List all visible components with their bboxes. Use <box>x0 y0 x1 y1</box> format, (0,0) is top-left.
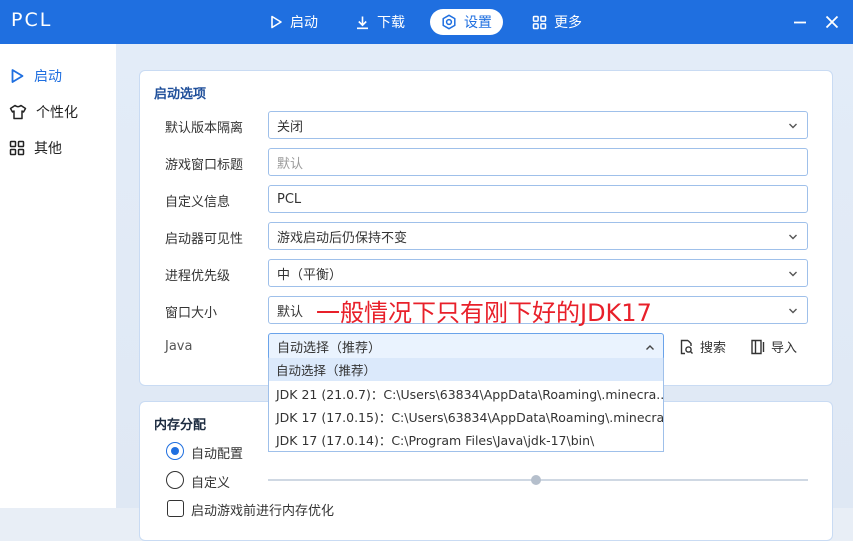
row-label-launcher-visibility: 启动器可见性 <box>165 232 244 247</box>
launcher-visibility-select[interactable]: 游戏启动后仍保持不变 <box>268 222 808 250</box>
custom-label: 自定义 <box>191 476 231 491</box>
custom-radio[interactable] <box>166 471 184 489</box>
import-icon <box>751 339 765 354</box>
gear-icon <box>442 14 456 30</box>
nav-settings-button[interactable]: 设置 <box>430 9 503 35</box>
chevron-down-icon <box>789 234 797 240</box>
sidebar: 启动 个性化 其他 <box>0 44 116 508</box>
nav-launch-button[interactable]: 启动 <box>258 9 329 35</box>
input-placeholder: 默认 <box>277 156 304 172</box>
card-title: 启动选项 <box>154 87 207 102</box>
sidebar-item-personalize[interactable]: 个性化 <box>0 96 116 128</box>
shirt-icon <box>9 104 27 120</box>
auto-config-label: 自动配置 <box>191 447 244 462</box>
search-label: 搜索 <box>700 341 727 356</box>
select-value: 自动选择（推荐） <box>277 341 382 356</box>
select-value: 关闭 <box>277 119 304 135</box>
close-button[interactable] <box>822 12 842 32</box>
row-label-process-priority: 进程优先级 <box>165 269 231 284</box>
sidebar-item-launch[interactable]: 启动 <box>0 60 116 92</box>
nav-download-button[interactable]: 下载 <box>344 9 416 35</box>
process-priority-select[interactable]: 中（平衡） <box>268 259 808 287</box>
title-bar: PCL 启动 下载 设置 更多 <box>0 0 853 44</box>
java-option[interactable]: JDK 17 (17.0.15)：C:\Users\63834\AppData\… <box>269 405 663 428</box>
window-title-input[interactable]: 默认 <box>268 148 808 176</box>
nav-more-button[interactable]: 更多 <box>521 9 593 35</box>
custom-info-input[interactable]: PCL <box>268 185 808 213</box>
row-label-java: Java <box>165 339 193 354</box>
minimize-icon <box>794 21 806 24</box>
version-isolation-select[interactable]: 关闭 <box>268 111 808 139</box>
nav-launch-label: 启动 <box>290 15 318 31</box>
java-dropdown-list: 自动选择（推荐） JDK 21 (21.0.7)：C:\Users\63834\… <box>268 358 664 452</box>
nav-download-label: 下载 <box>377 15 405 31</box>
input-value: PCL <box>277 191 302 207</box>
play-icon <box>11 69 24 83</box>
row-label-version-isolation: 默认版本隔离 <box>165 121 244 136</box>
select-value: 默认 <box>277 304 304 320</box>
optimize-memory-label: 启动游戏前进行内存优化 <box>191 504 335 519</box>
card-title: 内存分配 <box>154 418 207 433</box>
row-label-window-title: 游戏窗口标题 <box>165 158 244 173</box>
sidebar-item-label: 启动 <box>34 69 62 85</box>
select-value: 游戏启动后仍保持不变 <box>277 230 408 246</box>
row-label-window-size: 窗口大小 <box>165 306 218 321</box>
chevron-down-icon <box>789 271 797 277</box>
java-option[interactable]: JDK 21 (21.0.7)：C:\Users\63834\AppData\R… <box>269 382 663 405</box>
nav-settings-label: 设置 <box>464 15 492 31</box>
download-icon <box>357 16 368 29</box>
grid-icon <box>9 140 25 156</box>
memory-slider-handle[interactable] <box>531 475 541 485</box>
java-search-button[interactable]: 搜索 <box>679 337 726 356</box>
red-annotation-text: 一般情况下只有刚下好的JDK17 <box>316 299 652 327</box>
app-title: PCL <box>11 9 53 31</box>
java-option[interactable]: 自动选择（推荐） <box>269 358 663 381</box>
search-file-icon <box>680 339 693 354</box>
import-label: 导入 <box>771 341 798 356</box>
chevron-down-icon <box>789 308 797 314</box>
sidebar-item-label: 个性化 <box>36 105 78 121</box>
minimize-button[interactable] <box>790 12 810 32</box>
sidebar-item-other[interactable]: 其他 <box>0 132 116 164</box>
java-select[interactable]: 自动选择（推荐） <box>268 333 664 360</box>
auto-config-radio[interactable] <box>166 442 184 460</box>
chevron-down-icon <box>789 123 797 129</box>
sidebar-item-label: 其他 <box>34 141 62 157</box>
java-import-button[interactable]: 导入 <box>750 337 797 356</box>
nav-more-label: 更多 <box>554 15 582 31</box>
java-option[interactable]: JDK 17 (17.0.14)：C:\Program Files\Java\j… <box>269 428 663 451</box>
optimize-memory-checkbox[interactable] <box>167 500 184 517</box>
row-label-custom-info: 自定义信息 <box>165 195 231 210</box>
play-icon <box>271 15 282 29</box>
close-icon <box>825 15 839 29</box>
grid-icon <box>532 15 547 29</box>
chevron-up-icon <box>646 345 654 350</box>
select-value: 中（平衡） <box>277 267 343 283</box>
